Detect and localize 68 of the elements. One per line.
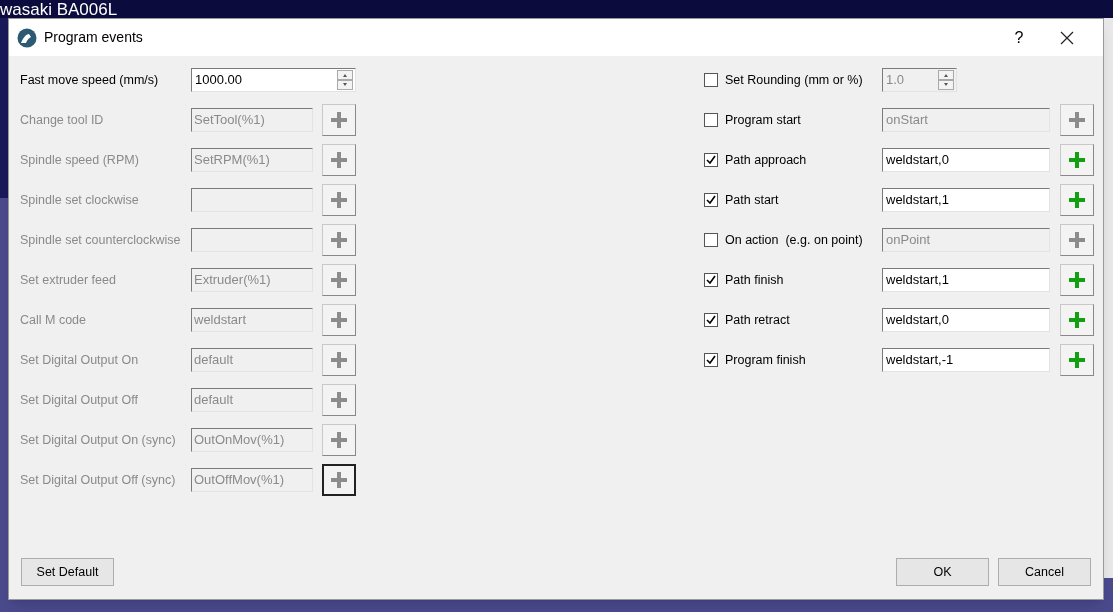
field-label: Set Digital Output On (sync) [20, 431, 177, 449]
checkbox[interactable] [704, 193, 718, 207]
checkbox[interactable] [704, 273, 718, 287]
field-label: Spindle set clockwise [20, 191, 140, 209]
app-logo-icon [17, 27, 37, 48]
field-label: Set Digital Output On [20, 351, 140, 369]
close-icon [1060, 30, 1074, 45]
checkbox-label: Program finish [725, 351, 807, 369]
plus-icon [330, 351, 348, 369]
plus-icon [1068, 231, 1086, 249]
plus-icon [330, 191, 348, 209]
background-window-title: wasaki BA006L [0, 0, 118, 18]
plus-icon [330, 271, 348, 289]
checkbox[interactable] [704, 73, 718, 87]
field-label: Set extruder feed [20, 271, 117, 289]
command-field[interactable]: weldstart,-1 [882, 348, 1050, 372]
spin-arrows-icon[interactable] [938, 70, 954, 90]
plus-icon [330, 231, 348, 249]
spin-arrows-icon[interactable] [337, 70, 353, 90]
command-field[interactable]: onPoint [882, 228, 1050, 252]
checkbox-label: On action (e.g. on point) [725, 231, 864, 249]
field-label: Change tool ID [20, 111, 105, 129]
plus-icon [330, 151, 348, 169]
command-field[interactable]: weldstart,1 [882, 188, 1050, 212]
field-label: Call M code [20, 311, 87, 329]
field-label: Set Digital Output Off [20, 391, 139, 409]
checkbox[interactable] [704, 353, 718, 367]
check-icon [706, 275, 716, 285]
field-label: Fast move speed (mm/s) [20, 71, 160, 89]
checkbox-label: Program start [725, 111, 802, 129]
checkbox-label: Path finish [725, 271, 785, 289]
checkbox-label: Set Rounding (mm or %) [725, 71, 864, 89]
plus-icon [1068, 271, 1086, 289]
dialog-title: Program events [44, 28, 143, 47]
check-icon [706, 155, 716, 165]
plus-icon [1068, 311, 1086, 329]
help-button[interactable]: ? [999, 25, 1039, 50]
plus-icon [330, 431, 348, 449]
plus-icon [1068, 151, 1086, 169]
command-field[interactable]: weldstart,0 [882, 308, 1050, 332]
command-field[interactable]: weldstart,1 [882, 268, 1050, 292]
checkbox[interactable] [704, 153, 718, 167]
command-field[interactable]: onStart [882, 108, 1050, 132]
checkbox-label: Path retract [725, 311, 791, 329]
field-label: Spindle set counterclockwise [20, 231, 182, 249]
plus-icon [1068, 351, 1086, 369]
plus-icon [330, 391, 348, 409]
check-icon [706, 355, 716, 365]
plus-icon [1068, 191, 1086, 209]
number-field[interactable]: 1.0 [882, 68, 957, 92]
command-field[interactable]: weldstart,0 [882, 148, 1050, 172]
ok-button[interactable]: OK [896, 558, 989, 586]
checkbox[interactable] [704, 113, 718, 127]
checkbox-label: Path approach [725, 151, 808, 169]
checkbox[interactable] [704, 233, 718, 247]
set-default-button[interactable]: Set Default [21, 558, 114, 586]
cancel-button[interactable]: Cancel [998, 558, 1091, 586]
plus-icon [1068, 111, 1086, 129]
checkbox[interactable] [704, 313, 718, 327]
check-icon [706, 315, 716, 325]
plus-icon [330, 311, 348, 329]
number-field[interactable]: 1000.00 [191, 68, 356, 92]
field-label: Set Digital Output Off (sync) [20, 471, 177, 489]
field-label: Spindle speed (RPM) [20, 151, 140, 169]
check-icon [706, 195, 716, 205]
plus-icon [330, 471, 348, 489]
checkbox-label: Path start [725, 191, 780, 209]
plus-icon [330, 111, 348, 129]
